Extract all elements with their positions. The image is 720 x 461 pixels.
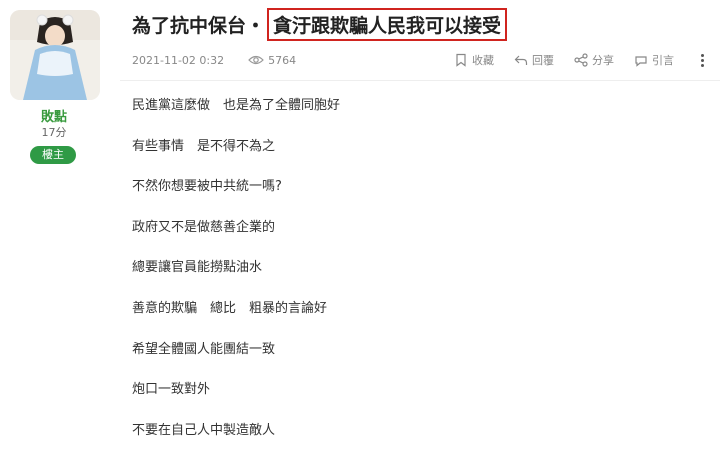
avatar-image: [10, 10, 100, 100]
content-line: 有些事情 是不得不為之: [132, 138, 276, 154]
collect-button[interactable]: 收藏: [454, 52, 494, 68]
reply-label: 回覆: [532, 54, 554, 67]
post-meta: 2021-11-02 0:32 5764 收藏 回覆 分享 引言: [132, 50, 708, 70]
author-name[interactable]: 敗點: [0, 106, 108, 125]
content-line: 民進黨這麼做 也是為了全體同胞好: [132, 98, 341, 113]
reply-button[interactable]: 回覆: [514, 52, 554, 68]
eye-icon: [248, 55, 264, 65]
avatar[interactable]: [10, 10, 100, 100]
title-prefix: 為了抗中保台・: [132, 14, 266, 37]
bookmark-icon: [456, 53, 466, 67]
share-icon: [574, 53, 588, 67]
collect-label: 收藏: [472, 54, 494, 67]
op-badge: 樓主: [30, 146, 76, 164]
view-count: 5764: [248, 54, 296, 67]
view-count-value: 5764: [268, 53, 297, 67]
reply-icon: [514, 55, 528, 65]
share-label: 分享: [592, 54, 614, 67]
content-line: 不要在自己人中製造敵人: [132, 422, 276, 438]
post-date: 2021-11-02 0:32: [132, 53, 225, 67]
post-content: 民進黨這麼做 也是為了全體同胞好 有些事情 是不得不為之 不然你想要被中共統一嗎…: [132, 96, 692, 461]
content-line: 不然你想要被中共統一嗎?: [132, 179, 282, 195]
post-title: 為了抗中保台・ 貪汙跟欺騙人民我可以接受: [132, 7, 508, 41]
title-highlight: 貪汙跟欺騙人民我可以接受: [267, 7, 508, 41]
content-line: 總要讓官員能撈點油水: [132, 260, 263, 276]
content-line: 炮口一致對外: [132, 382, 211, 398]
content-line: 希望全體國人能團結一致: [132, 341, 276, 357]
more-icon[interactable]: [696, 53, 708, 67]
author-level: 17分: [41, 126, 67, 139]
quote-label: 引言: [652, 54, 674, 67]
divider: [120, 80, 720, 81]
content-line: 善意的欺騙 總比 粗暴的言論好: [132, 300, 328, 316]
quote-icon: [635, 56, 647, 67]
post-actions: 收藏 回覆 分享 引言: [434, 52, 708, 68]
share-button[interactable]: 分享: [574, 52, 614, 68]
quote-button[interactable]: 引言: [634, 52, 674, 68]
content-line: 政府又不是做慈善企業的: [132, 219, 276, 235]
